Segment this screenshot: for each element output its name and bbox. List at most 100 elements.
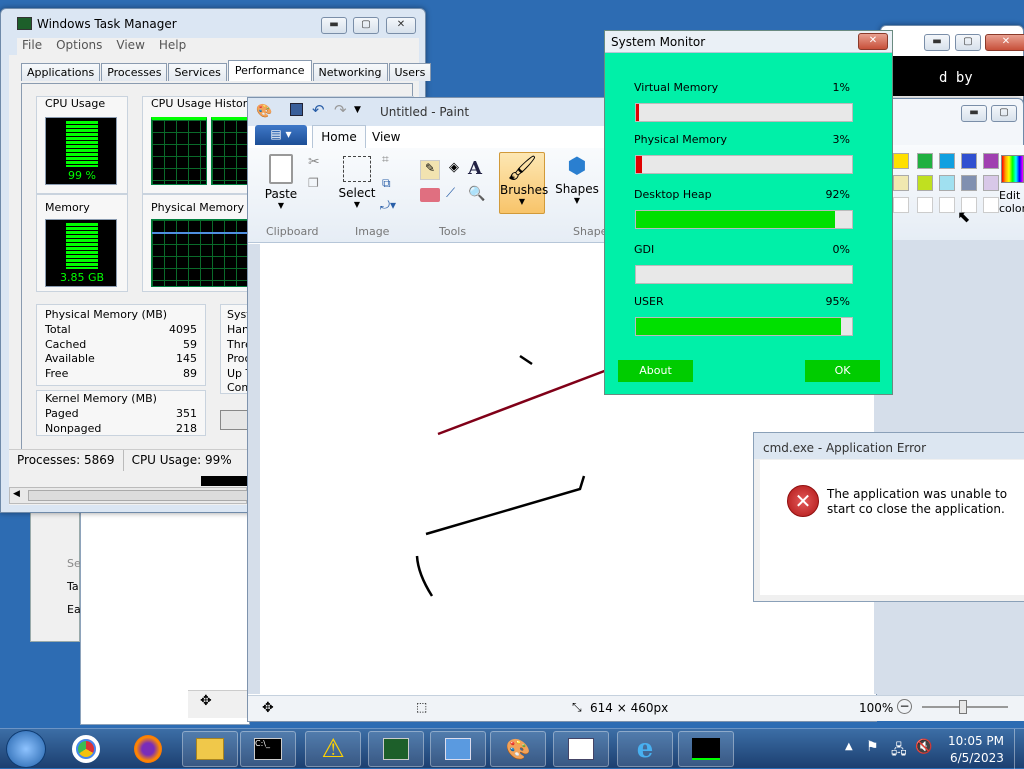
- memory-history-graph: [151, 219, 251, 287]
- firefox-icon[interactable]: [120, 731, 176, 767]
- km-row-nonpaged: Nonpaged 218: [45, 422, 197, 437]
- show-hidden-icons[interactable]: ▲: [845, 741, 853, 752]
- color-swatch[interactable]: [893, 153, 909, 169]
- zoom-slider-thumb[interactable]: [959, 700, 967, 714]
- tab-applications[interactable]: Applications: [21, 63, 101, 81]
- physical-memory-group: Physical Memory (MB) Total 4095 Cached 59 …: [36, 304, 206, 386]
- pm-total-value: 4095: [169, 323, 197, 336]
- folder-icon: [182, 731, 238, 767]
- tab-view[interactable]: View: [372, 130, 400, 144]
- qat-dropdown-icon[interactable]: ▼: [354, 105, 361, 115]
- crop-icon[interactable]: ⌗: [382, 152, 389, 167]
- brushes-button[interactable]: 🖌 Brushes ▼: [499, 152, 548, 214]
- color-picker-icon[interactable]: ⟋: [446, 186, 455, 201]
- close-button[interactable]: ✕: [858, 33, 888, 50]
- scroll-left-icon[interactable]: ◀: [13, 489, 20, 499]
- color-swatch[interactable]: [983, 175, 999, 191]
- sysmon-item-value: 1%: [832, 81, 850, 94]
- edit-colors-icon[interactable]: [1001, 155, 1024, 183]
- close-button[interactable]: ✕: [985, 34, 1024, 51]
- resize-icon[interactable]: ⧉: [382, 176, 391, 191]
- task-manager-icon: [368, 731, 424, 767]
- pm-free-label: Free: [45, 366, 69, 380]
- about-button[interactable]: About: [618, 360, 693, 382]
- minimize-button[interactable]: ▬: [924, 34, 950, 51]
- menu-view[interactable]: View: [116, 38, 144, 55]
- tab-networking[interactable]: Networking: [312, 63, 388, 81]
- ok-button[interactable]: OK: [805, 360, 880, 382]
- pm-row-cached: Cached 59: [45, 338, 197, 353]
- copy-icon[interactable]: ❐: [308, 176, 319, 190]
- tab-performance[interactable]: Performance: [227, 60, 312, 81]
- fill-icon[interactable]: ◈: [444, 160, 464, 180]
- cpu-meter: 99 %: [45, 117, 117, 185]
- tab-services[interactable]: Services: [168, 63, 227, 81]
- paint-file-menu-button[interactable]: ▤ ▾: [255, 125, 307, 145]
- maximize-button[interactable]: ▢: [991, 105, 1017, 122]
- show-desktop-button[interactable]: [1014, 729, 1024, 769]
- close-button[interactable]: ✕: [386, 17, 416, 34]
- behind-label: Ta: [67, 580, 79, 593]
- zoom-out-icon[interactable]: −: [897, 699, 912, 714]
- canvas-size-text: 614 × 460px: [590, 701, 669, 715]
- menu-bar: File Options View Help: [17, 38, 419, 55]
- tab-processes[interactable]: Processes: [101, 63, 168, 81]
- clock-time[interactable]: 10:05 PM: [948, 734, 1004, 748]
- maximize-button[interactable]: ▢: [955, 34, 981, 51]
- edit-colors-label[interactable]: Edit colors: [999, 189, 1024, 215]
- error-title: cmd.exe - Application Error: [763, 441, 927, 455]
- redo-icon[interactable]: ↷: [334, 101, 347, 119]
- color-swatch[interactable]: [961, 175, 977, 191]
- color-swatch[interactable]: [917, 153, 933, 169]
- save-icon[interactable]: [290, 103, 303, 116]
- color-swatch[interactable]: [939, 197, 955, 213]
- start-button[interactable]: [6, 730, 46, 768]
- maximize-button[interactable]: ▢: [353, 17, 379, 34]
- status-processes: Processes: 5869: [9, 450, 124, 471]
- text-icon[interactable]: A: [468, 158, 482, 179]
- color-swatch[interactable]: [961, 153, 977, 169]
- color-swatch[interactable]: [983, 153, 999, 169]
- color-swatch[interactable]: [983, 197, 999, 213]
- horizontal-scrollbar[interactable]: ◀: [9, 487, 248, 504]
- color-swatch[interactable]: [893, 175, 909, 191]
- clock-date[interactable]: 6/5/2023: [950, 751, 1004, 765]
- magnifier-icon[interactable]: 🔍: [468, 186, 485, 202]
- cut-icon[interactable]: ✂: [308, 154, 320, 170]
- menu-file[interactable]: File: [22, 38, 42, 55]
- menu-help[interactable]: Help: [159, 38, 186, 55]
- color-swatch[interactable]: [917, 197, 933, 213]
- minimize-button[interactable]: ▬: [961, 105, 987, 122]
- mouse-cursor-icon: ⬉: [957, 207, 971, 226]
- undo-icon[interactable]: ↶: [312, 101, 325, 119]
- volume-icon[interactable]: 🔇: [915, 739, 932, 755]
- sysmon-item-value: 95%: [825, 295, 850, 308]
- tab-users[interactable]: Users: [388, 63, 432, 81]
- tab-home[interactable]: Home: [312, 125, 366, 149]
- select-button[interactable]: Select ▼: [338, 154, 376, 216]
- action-center-icon[interactable]: ⚑: [866, 739, 879, 755]
- memory-group: Memory 3.85 GB: [36, 194, 128, 292]
- color-swatch[interactable]: [917, 175, 933, 191]
- shapes-button[interactable]: ⬢ Shapes ▼: [554, 152, 600, 214]
- color-swatch[interactable]: [893, 197, 909, 213]
- minimize-button[interactable]: ▬: [321, 17, 347, 34]
- physical-memory-title: Physical Memory (MB): [45, 308, 168, 321]
- kernel-memory-title: Kernel Memory (MB): [45, 392, 157, 405]
- stroke-long: [425, 475, 586, 536]
- paint-status-bar: ✥ ⬚ ⤡ 614 × 460px: [248, 695, 878, 721]
- paste-button[interactable]: Paste ▼: [256, 154, 306, 216]
- network-icon[interactable]: 🖧: [891, 739, 907, 763]
- chevron-down-icon: ▼: [277, 201, 285, 210]
- shape-group-label: Shape: [573, 225, 608, 238]
- pencil-icon[interactable]: ✎: [420, 160, 440, 180]
- chrome-icon[interactable]: [58, 731, 114, 767]
- scroll-thumb[interactable]: [28, 490, 248, 501]
- color-swatch[interactable]: [939, 175, 955, 191]
- image-group-label: Image: [355, 225, 390, 238]
- rotate-icon[interactable]: ⤾▾: [380, 198, 396, 213]
- menu-options[interactable]: Options: [56, 38, 102, 55]
- stroke-maroon: [437, 365, 616, 436]
- eraser-icon[interactable]: [420, 188, 440, 202]
- color-swatch[interactable]: [939, 153, 955, 169]
